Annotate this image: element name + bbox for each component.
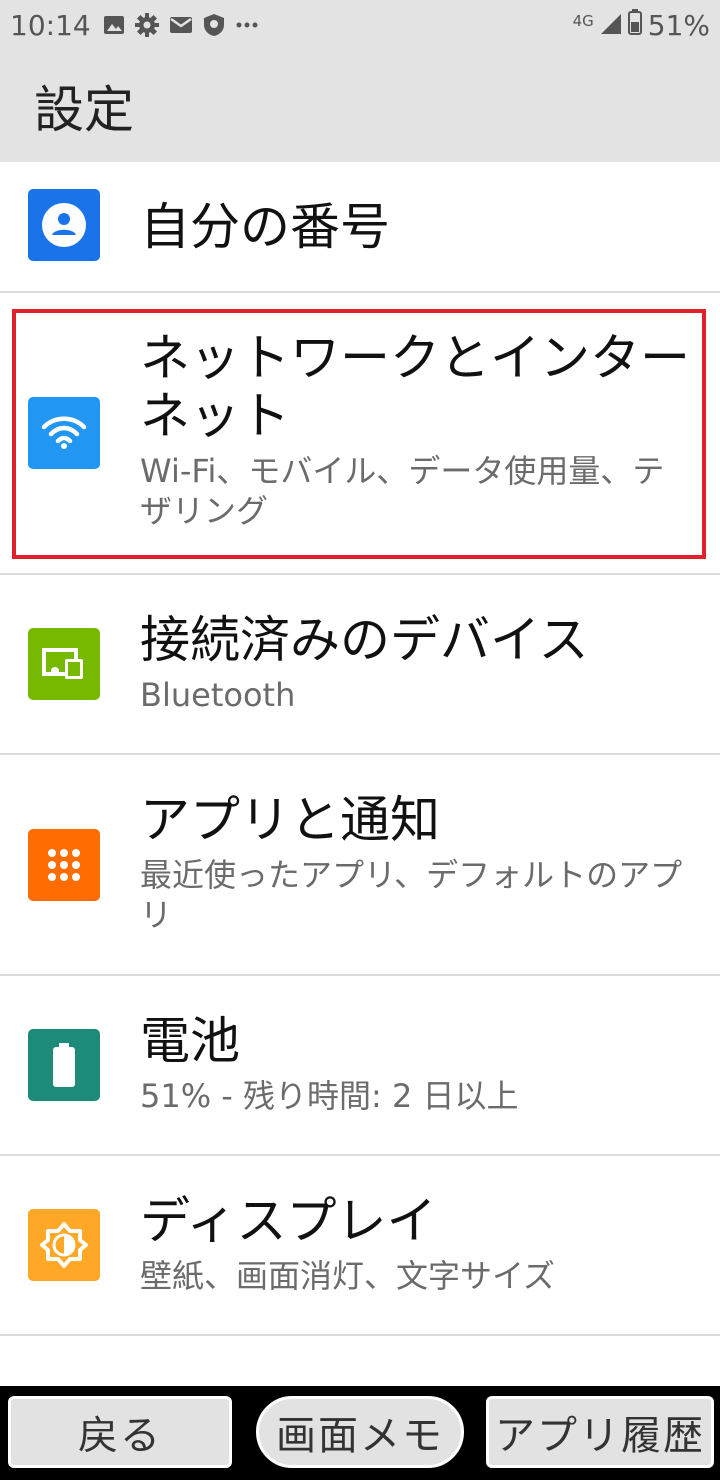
back-button[interactable]: 戻る bbox=[8, 1396, 232, 1468]
status-bar: 10:14 4G 51% bbox=[0, 0, 720, 50]
settings-item-title: 接続済みのデバイス bbox=[140, 611, 589, 669]
status-time: 10:14 bbox=[10, 8, 91, 42]
screen-memo-button[interactable]: 画面メモ bbox=[256, 1396, 464, 1468]
battery-status-icon bbox=[627, 8, 642, 42]
settings-item-summary: 51% - 残り時間: 2 日以上 bbox=[140, 1077, 519, 1115]
app-bar: 設定 bbox=[0, 50, 720, 162]
network-type: 4G bbox=[572, 12, 594, 30]
settings-item-summary: 壁紙、画面消灯、文字サイズ bbox=[140, 1257, 556, 1295]
bottom-nav: 戻る 画面メモ アプリ履歴 bbox=[0, 1386, 720, 1480]
image-icon bbox=[103, 14, 125, 36]
apps-grid-icon bbox=[28, 829, 100, 901]
account-icon bbox=[28, 189, 100, 261]
more-dots-icon bbox=[235, 21, 259, 29]
settings-item-my-number[interactable]: 自分の番号 bbox=[0, 162, 720, 293]
settings-item-summary: Bluetooth bbox=[140, 676, 296, 714]
signal-icon bbox=[600, 9, 622, 42]
settings-item-display[interactable]: ディスプレイ 壁紙、画面消灯、文字サイズ bbox=[0, 1156, 720, 1336]
mail-icon bbox=[169, 15, 193, 35]
app-history-button[interactable]: アプリ履歴 bbox=[486, 1396, 714, 1468]
settings-item-title: 自分の番号 bbox=[140, 198, 390, 256]
battery-percent: 51% bbox=[647, 8, 710, 42]
settings-item-title: ディスプレイ bbox=[140, 1192, 437, 1250]
settings-item-summary: 最近使ったアプリ、デフォルトのアプリ bbox=[140, 856, 683, 934]
devices-icon bbox=[28, 628, 100, 700]
settings-item-battery[interactable]: 電池 51% - 残り時間: 2 日以上 bbox=[0, 976, 720, 1156]
shield-icon bbox=[203, 13, 225, 37]
system-status: 4G 51% bbox=[572, 8, 710, 42]
settings-item-apps-notifications[interactable]: アプリと通知 最近使ったアプリ、デフォルトのアプリ bbox=[0, 755, 720, 976]
settings-item-connected-devices[interactable]: 接続済みのデバイス Bluetooth bbox=[0, 575, 720, 755]
brightness-icon bbox=[28, 1209, 100, 1281]
highlight-box bbox=[12, 309, 706, 559]
settings-item-title: アプリと通知 bbox=[140, 791, 440, 849]
page-title: 設定 bbox=[34, 81, 134, 139]
battery-icon bbox=[28, 1029, 100, 1101]
gear-icon bbox=[134, 13, 159, 37]
notification-icons bbox=[103, 13, 259, 37]
settings-item-title: 電池 bbox=[140, 1012, 240, 1070]
